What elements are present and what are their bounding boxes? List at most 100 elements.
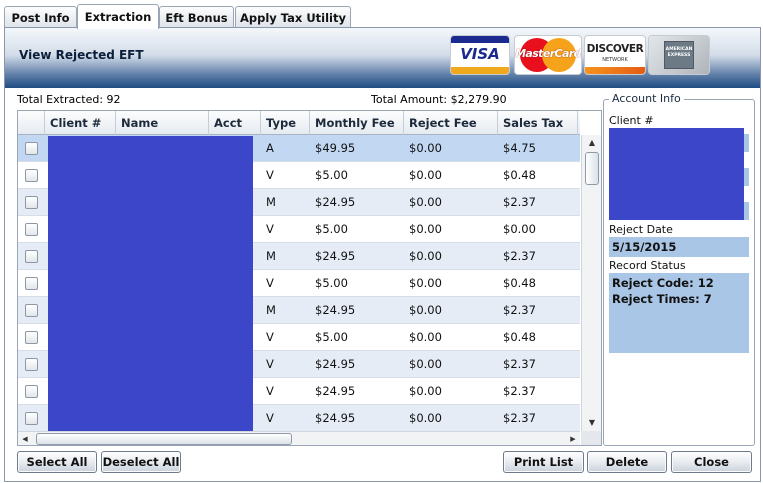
extraction-panel: View Rejected EFT VISA MasterCard DISCOV… xyxy=(4,27,761,482)
cell-type: V xyxy=(266,357,274,371)
cell-sales-tax: $2.37 xyxy=(503,411,536,425)
cell-monthly-fee: $5.00 xyxy=(315,168,348,182)
cell-monthly-fee: $5.00 xyxy=(315,330,348,344)
header-checkbox-column xyxy=(18,111,45,135)
reject-times: Reject Times: 7 xyxy=(612,292,712,306)
header-reject-fee[interactable]: Reject Fee xyxy=(404,111,498,135)
grid-header: Client # Name Acct Type Monthly Fee Reje… xyxy=(18,111,580,135)
cell-reject-fee: $0.00 xyxy=(409,249,442,263)
scroll-left-icon[interactable]: ◀ xyxy=(18,432,32,445)
redacted-account-info xyxy=(609,128,744,220)
cell-sales-tax: $2.37 xyxy=(503,303,536,317)
cell-reject-fee: $0.00 xyxy=(409,141,442,155)
cell-sales-tax: $2.37 xyxy=(503,195,536,209)
cell-reject-fee: $0.00 xyxy=(409,384,442,398)
cell-monthly-fee: $5.00 xyxy=(315,222,348,236)
header-name[interactable]: Name xyxy=(116,111,209,135)
cell-monthly-fee: $24.95 xyxy=(315,384,356,398)
cell-type: V xyxy=(266,222,274,236)
cell-type: M xyxy=(266,303,276,317)
row-checkbox[interactable] xyxy=(25,385,38,398)
amex-logo-icon: AMERICAN EXPRESS xyxy=(649,36,709,74)
header-sales-tax[interactable]: Sales Tax xyxy=(498,111,578,135)
rejected-eft-grid[interactable]: Client # Name Acct Type Monthly Fee Reje… xyxy=(17,110,602,446)
total-extracted: Total Extracted: 92 xyxy=(17,93,121,106)
reject-code: Reject Code: 12 xyxy=(612,276,714,290)
vertical-scroll-thumb[interactable] xyxy=(585,152,599,185)
row-checkbox[interactable] xyxy=(25,412,38,425)
print-list-button[interactable]: Print List xyxy=(503,451,584,473)
row-checkbox[interactable] xyxy=(25,169,38,182)
cell-type: A xyxy=(266,141,274,155)
cell-type: V xyxy=(266,276,274,290)
cell-sales-tax: $2.37 xyxy=(503,357,536,371)
row-checkbox[interactable] xyxy=(25,331,38,344)
cell-reject-fee: $0.00 xyxy=(409,195,442,209)
tab-post-info[interactable]: Post Info xyxy=(4,6,77,28)
visa-logo-icon: VISA xyxy=(451,36,509,74)
row-checkbox[interactable] xyxy=(25,277,38,290)
cell-reject-fee: $0.00 xyxy=(409,411,442,425)
header-banner: View Rejected EFT VISA MasterCard DISCOV… xyxy=(5,28,760,88)
horizontal-scrollbar[interactable]: ◀ ▶ xyxy=(18,431,580,445)
page-title: View Rejected EFT xyxy=(19,48,144,62)
select-all-button[interactable]: Select All xyxy=(17,451,97,473)
account-info-group: Account Info Client # Reject Date 5/15/2… xyxy=(603,92,755,446)
row-checkbox[interactable] xyxy=(25,304,38,317)
cell-type: V xyxy=(266,168,274,182)
scroll-down-icon[interactable]: ▼ xyxy=(582,415,601,431)
cell-sales-tax: $4.75 xyxy=(503,141,536,155)
horizontal-scroll-thumb[interactable] xyxy=(36,433,292,445)
record-status-label: Record Status xyxy=(609,259,686,272)
cell-sales-tax: $0.48 xyxy=(503,276,536,290)
scroll-up-icon[interactable]: ▲ xyxy=(582,135,601,151)
tab-apply-tax-utility[interactable]: Apply Tax Utility xyxy=(235,6,351,28)
cell-monthly-fee: $24.95 xyxy=(315,303,356,317)
cell-reject-fee: $0.00 xyxy=(409,303,442,317)
cell-type: M xyxy=(266,195,276,209)
acct-field xyxy=(744,202,749,220)
cell-sales-tax: $2.37 xyxy=(503,384,536,398)
header-acct[interactable]: Acct xyxy=(209,111,261,135)
vertical-scrollbar[interactable]: ▲ ▼ xyxy=(581,135,601,431)
name-field xyxy=(744,168,749,186)
record-status-field: Reject Code: 12 Reject Times: 7 xyxy=(609,273,749,353)
cell-type: V xyxy=(266,384,274,398)
cell-sales-tax: $0.00 xyxy=(503,222,536,236)
tab-extraction[interactable]: Extraction xyxy=(77,4,159,29)
account-info-legend: Account Info xyxy=(609,92,684,105)
total-amount: Total Amount: $2,279.90 xyxy=(371,93,507,106)
row-checkbox[interactable] xyxy=(25,142,38,155)
row-checkbox[interactable] xyxy=(25,223,38,236)
row-checkbox[interactable] xyxy=(25,196,38,209)
cell-monthly-fee: $24.95 xyxy=(315,357,356,371)
cell-reject-fee: $0.00 xyxy=(409,357,442,371)
deselect-all-button[interactable]: Deselect All xyxy=(101,451,181,473)
cell-monthly-fee: $5.00 xyxy=(315,276,348,290)
cell-reject-fee: $0.00 xyxy=(409,276,442,290)
cell-type: V xyxy=(266,330,274,344)
scroll-right-icon[interactable]: ▶ xyxy=(566,432,580,445)
cell-sales-tax: $2.37 xyxy=(503,249,536,263)
row-checkbox[interactable] xyxy=(25,358,38,371)
tab-eft-bonus[interactable]: Eft Bonus xyxy=(159,6,234,28)
cell-reject-fee: $0.00 xyxy=(409,168,442,182)
header-client[interactable]: Client # xyxy=(45,111,116,135)
cell-monthly-fee: $24.95 xyxy=(315,249,356,263)
cell-reject-fee: $0.00 xyxy=(409,330,442,344)
cell-type: M xyxy=(266,249,276,263)
delete-button[interactable]: Delete xyxy=(587,451,667,473)
scrollbar-corner xyxy=(581,431,601,445)
redacted-client-info xyxy=(48,136,253,442)
row-checkbox[interactable] xyxy=(25,250,38,263)
discover-logo-icon: DISCOVER NETWORK xyxy=(585,36,645,74)
header-type[interactable]: Type xyxy=(261,111,310,135)
client-field xyxy=(744,134,749,152)
cell-type: V xyxy=(266,411,274,425)
header-monthly-fee[interactable]: Monthly Fee xyxy=(310,111,404,135)
close-button[interactable]: Close xyxy=(671,451,752,473)
reject-date-field: 5/15/2015 xyxy=(609,237,749,257)
cell-monthly-fee: $24.95 xyxy=(315,411,356,425)
cell-reject-fee: $0.00 xyxy=(409,222,442,236)
client-label: Client # xyxy=(609,114,654,127)
